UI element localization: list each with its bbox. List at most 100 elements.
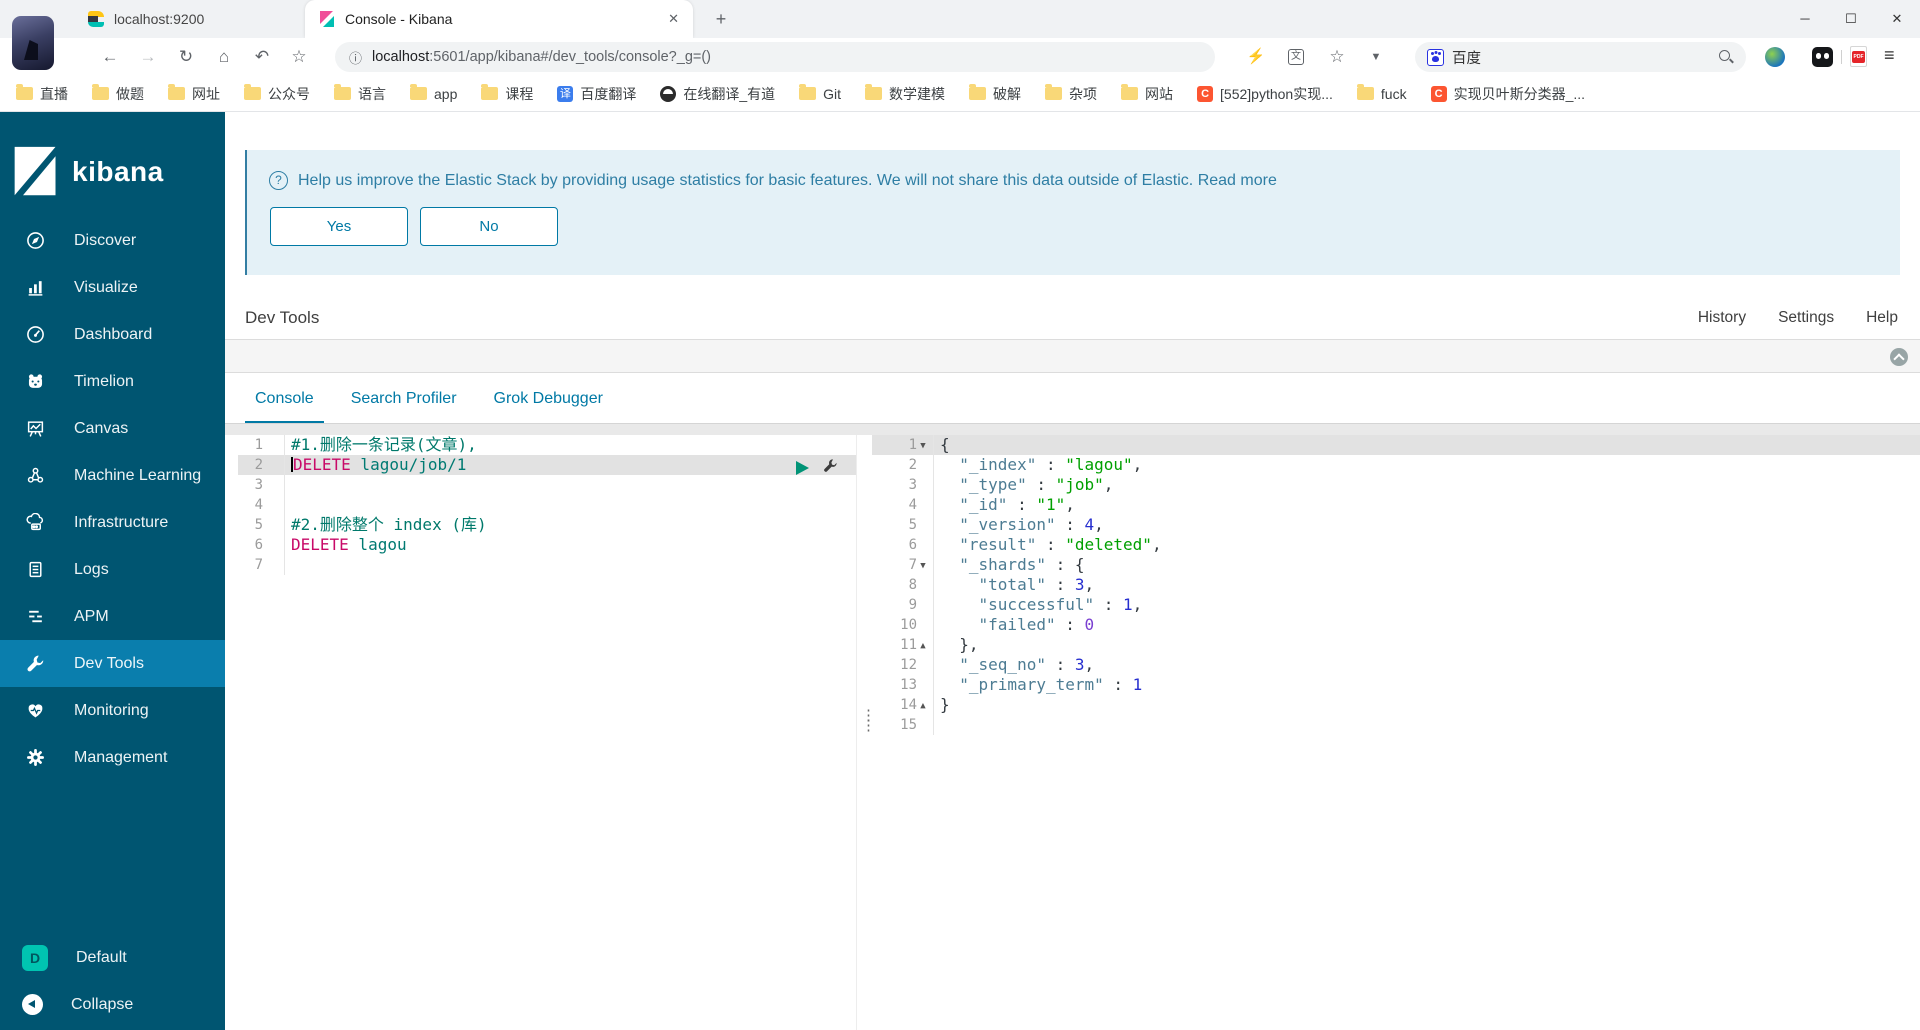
kibana-logo[interactable]: kibana: [13, 146, 225, 198]
response-gutter: 13▼: [872, 675, 934, 695]
bookmark-item[interactable]: 在线翻译_有道: [660, 84, 775, 104]
telemetry-banner: ? Help us improve the Elastic Stack by p…: [245, 150, 1900, 275]
sidebar-item-apm[interactable]: APM: [0, 593, 225, 640]
bookmark-item[interactable]: 语言: [334, 84, 386, 104]
sidebar-item-canvas[interactable]: Canvas: [0, 405, 225, 452]
back-icon[interactable]: ←: [95, 38, 125, 76]
tab-close-icon[interactable]: ✕: [668, 11, 679, 27]
new-tab-button[interactable]: +: [708, 7, 734, 33]
translate-extension-icon[interactable]: 文: [1288, 49, 1304, 65]
tab-search-profiler[interactable]: Search Profiler: [341, 390, 467, 423]
bookmark-label: Git: [823, 85, 842, 102]
close-button[interactable]: ✕: [1874, 0, 1920, 38]
reload-icon[interactable]: ↻: [171, 38, 201, 76]
fold-down-icon[interactable]: ▼: [917, 436, 929, 456]
yes-button[interactable]: Yes: [270, 207, 408, 246]
minimize-button[interactable]: ─: [1782, 0, 1828, 38]
devtools-header: Dev Tools History Settings Help: [225, 297, 1920, 339]
flash-icon[interactable]: ⚡: [1240, 38, 1272, 76]
response-viewer[interactable]: 1▼{2▼ "_index" : "lagou",3▼ "_type" : "j…: [872, 435, 1920, 1030]
bookmark-item[interactable]: C [552]python实现...: [1197, 84, 1333, 104]
no-button[interactable]: No: [420, 207, 558, 246]
extension-icon[interactable]: [1812, 47, 1833, 67]
bookmark-item[interactable]: C 实现贝叶斯分类器_...: [1430, 84, 1585, 104]
sidebar-item-label: Canvas: [74, 419, 129, 437]
devtools-menu: History Settings Help: [1698, 309, 1898, 327]
fold-down-icon[interactable]: ▼: [917, 556, 929, 576]
send-request-icon[interactable]: [796, 461, 809, 475]
code-line: 15▼: [872, 715, 1920, 735]
bookmark-label: [552]python实现...: [1220, 85, 1333, 102]
sidebar-item-timelion[interactable]: Timelion: [0, 358, 225, 405]
bookmark-label: 语言: [358, 85, 386, 102]
collapse-label: Collapse: [71, 995, 134, 1013]
sidebar-item-discover[interactable]: Discover: [0, 217, 225, 264]
code-line: 7▼: [238, 555, 856, 575]
chevron-down-icon[interactable]: ▼: [1360, 38, 1392, 76]
browser-menu-icon[interactable]: ≡: [1884, 45, 1895, 66]
bookmark-item[interactable]: 译百度翻译: [557, 84, 636, 104]
sidebar-item-infrastructure[interactable]: Infrastructure: [0, 499, 225, 546]
menu-link-help[interactable]: Help: [1866, 309, 1898, 327]
menu-link-history[interactable]: History: [1698, 309, 1746, 327]
sidebar-item-logs[interactable]: Logs: [0, 546, 225, 593]
pdf-extension-icon[interactable]: [1850, 46, 1867, 67]
bookmark-item[interactable]: 网站: [1121, 84, 1173, 104]
sidebar-item-dashboard[interactable]: Dashboard: [0, 311, 225, 358]
search-box[interactable]: 百度: [1415, 42, 1746, 72]
gear-icon: [25, 748, 45, 768]
home-icon[interactable]: ⌂: [209, 38, 239, 76]
code-text: "_index" : "lagou",: [959, 455, 1143, 474]
fold-up-icon[interactable]: ▲: [917, 636, 929, 656]
bookmark-item[interactable]: 网址: [168, 84, 220, 104]
bookmark-item[interactable]: Git: [799, 84, 842, 102]
address-bar[interactable]: ⓘ localhost:5601/app/kibana#/dev_tools/c…: [335, 42, 1215, 72]
browser-toolbar: ← → ↻ ⌂ ↶ ☆ ⓘ localhost:5601/app/kibana#…: [0, 38, 1920, 76]
code-text: "_id" : "1",: [959, 495, 1075, 514]
response-gutter: 11 ▲: [872, 635, 934, 655]
search-icon[interactable]: [1718, 49, 1734, 65]
sidebar-item-visualize[interactable]: Visualize: [0, 264, 225, 311]
sidebar-item-label: APM: [74, 607, 109, 625]
sidebar-item-space-default[interactable]: D Default: [0, 934, 225, 981]
kibana-app: kibana Discover Visualize Dashboard Timelio…: [0, 112, 1920, 1030]
maximize-button[interactable]: ☐: [1828, 0, 1874, 38]
request-gutter: 6▼: [238, 535, 285, 555]
sidebar-item-dev-tools[interactable]: Dev Tools: [0, 640, 225, 687]
request-editor[interactable]: 1▼#1.删除一条记录(文章),2▼DELETE lagou/job/13▼4▼…: [238, 435, 857, 1030]
menu-link-settings[interactable]: Settings: [1778, 309, 1834, 327]
sidebar-item-monitoring[interactable]: Monitoring: [0, 687, 225, 734]
sidebar-collapse-button[interactable]: Collapse: [0, 981, 225, 1028]
bookmark-item[interactable]: 杂项: [1045, 84, 1097, 104]
bookmark-item[interactable]: 做题: [92, 84, 144, 104]
forward-icon[interactable]: →: [133, 38, 163, 76]
bookmark-item[interactable]: 破解: [969, 84, 1021, 104]
sidebar-item-management[interactable]: Management: [0, 734, 225, 781]
undo-icon[interactable]: ↶: [247, 38, 277, 76]
site-info-icon[interactable]: ⓘ: [349, 48, 362, 67]
tab-grok-debugger[interactable]: Grok Debugger: [484, 390, 613, 423]
code-text: }: [940, 695, 950, 714]
code-line: 2▼DELETE lagou/job/1: [238, 455, 856, 475]
fold-up-icon[interactable]: ▲: [917, 696, 929, 716]
bookmark-item[interactable]: 公众号: [244, 84, 310, 104]
favorite-star-icon[interactable]: ☆: [1321, 38, 1353, 76]
code-text: },: [940, 635, 979, 654]
sidebar-item-machine-learning[interactable]: Machine Learning: [0, 452, 225, 499]
read-more-link[interactable]: Read more: [1198, 172, 1277, 189]
browser-tab[interactable]: localhost:9200: [74, 0, 300, 38]
bookmark-item[interactable]: app: [410, 84, 457, 102]
bookmark-item[interactable]: 数学建模: [865, 84, 945, 104]
idm-extension-icon[interactable]: [1765, 47, 1785, 67]
bookmark-item[interactable]: 直播: [16, 84, 68, 104]
collapse-up-button[interactable]: [1890, 348, 1908, 366]
bookmark-label: 在线翻译_有道: [683, 85, 776, 102]
profile-avatar[interactable]: [12, 16, 54, 70]
bookmark-item[interactable]: 课程: [481, 84, 533, 104]
bookmark-item[interactable]: fuck: [1356, 84, 1407, 102]
bookmark-star-icon[interactable]: ☆: [284, 38, 314, 76]
sidebar-item-label: Machine Learning: [74, 466, 202, 484]
page-title: Dev Tools: [245, 308, 320, 327]
browser-tab[interactable]: Console - Kibana ✕: [305, 0, 693, 38]
tab-console[interactable]: Console: [245, 390, 324, 423]
